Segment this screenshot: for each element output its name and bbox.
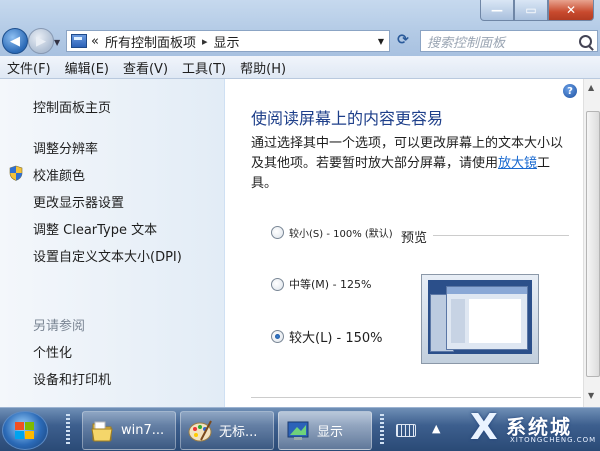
- watermark-url: XITONGCHENG.COM: [510, 436, 597, 444]
- sidebar-link-calibrate-color[interactable]: 校准颜色: [33, 165, 85, 184]
- taskbar-item-paint[interactable]: 无标...: [180, 411, 274, 450]
- help-icon[interactable]: ?: [563, 84, 577, 98]
- back-button[interactable]: ◀: [2, 28, 28, 54]
- preview-screen: [428, 280, 532, 354]
- sidebar-link-display-settings[interactable]: 更改显示器设置: [33, 192, 124, 211]
- address-bar[interactable]: « 所有控制面板项 ▸ 显示 ▼: [66, 30, 390, 52]
- see-also-personalization[interactable]: 个性化: [33, 342, 72, 361]
- option-medium[interactable]: 中等(M) - 125%: [271, 276, 371, 292]
- sidebar: 控制面板主页 调整分辨率 校准颜色 更改显示器设置 调整 ClearType 文…: [0, 79, 224, 407]
- sidebar-home-link[interactable]: 控制面板主页: [33, 97, 111, 116]
- option-smaller[interactable]: 较小(S) - 100% (默认): [271, 225, 393, 240]
- main-content: ? 使阅读屏幕上的内容更容易 通过选择其中一个选项，可以更改屏幕上的文本大小以及…: [225, 79, 583, 407]
- preview-label: 预览: [401, 231, 428, 246]
- option-medium-label[interactable]: 中等(M) - 125%: [289, 276, 371, 292]
- preview-window-front: [446, 286, 528, 350]
- preview-divider: [433, 235, 569, 236]
- breadcrumb-separator-icon[interactable]: ▸: [202, 35, 208, 48]
- radio-smaller[interactable]: [271, 226, 284, 239]
- menu-edit[interactable]: 编辑(E): [58, 58, 116, 77]
- paint-icon: [188, 420, 212, 441]
- option-larger[interactable]: 较大(L) - 150%: [271, 327, 383, 346]
- radio-larger[interactable]: [271, 330, 284, 343]
- show-hidden-icons-icon[interactable]: ▲: [432, 422, 440, 435]
- breadcrumb-display[interactable]: 显示: [214, 32, 240, 51]
- menu-tools[interactable]: 工具(T): [175, 58, 233, 77]
- sidebar-link-custom-dpi[interactable]: 设置自定义文本大小(DPI): [33, 246, 182, 265]
- scroll-up-icon[interactable]: ▲: [588, 83, 594, 92]
- windows-logo-icon: [15, 422, 35, 440]
- search-box[interactable]: 搜索控制面板: [420, 30, 598, 52]
- recent-pages-dropdown-icon[interactable]: ▼: [54, 38, 60, 47]
- display-icon: [287, 421, 309, 440]
- menu-view[interactable]: 查看(V): [116, 58, 175, 77]
- menu-file[interactable]: 文件(F): [0, 58, 58, 77]
- option-smaller-label[interactable]: 较小(S) - 100% (默认): [289, 225, 393, 240]
- search-icon[interactable]: [579, 34, 592, 48]
- close-button[interactable]: ✕: [548, 0, 594, 21]
- see-also-devices-printers[interactable]: 设备和打印机: [33, 369, 111, 388]
- taskbar-item-label[interactable]: win7...: [121, 423, 164, 438]
- page-description: 通过选择其中一个选项，可以更改屏幕上的文本大小以及其他项。若要暂时放大部分屏幕，…: [251, 134, 571, 194]
- address-dropdown-icon[interactable]: ▼: [378, 37, 384, 46]
- folder-icon: [91, 421, 113, 441]
- refresh-icon[interactable]: ⟳: [392, 30, 414, 50]
- taskbar-item-explorer[interactable]: win7...: [82, 411, 176, 450]
- maximize-button[interactable]: ▭: [514, 0, 548, 21]
- taskbar-item-label[interactable]: 无标...: [219, 421, 257, 440]
- menu-bar: 文件(F) 编辑(E) 查看(V) 工具(T) 帮助(H): [0, 56, 600, 79]
- watermark-logo: X 系统城 XITONGCHENG.COM: [466, 405, 600, 450]
- content-divider: [251, 397, 581, 398]
- shield-icon: [9, 165, 23, 181]
- breadcrumb-all-items[interactable]: 所有控制面板项: [105, 32, 196, 51]
- window-controls: — ▭ ✕: [480, 0, 594, 22]
- forward-button[interactable]: ▶: [28, 28, 54, 54]
- search-input[interactable]: 搜索控制面板: [427, 32, 505, 51]
- preview-monitor-image: [421, 274, 539, 364]
- option-larger-label[interactable]: 较大(L) - 150%: [289, 327, 383, 346]
- minimize-button[interactable]: —: [480, 0, 514, 21]
- taskbar-item-display[interactable]: 显示: [278, 411, 372, 450]
- taskbar-item-label[interactable]: 显示: [317, 421, 343, 440]
- see-also-heading: 另请参阅: [33, 319, 86, 334]
- radio-medium[interactable]: [271, 277, 284, 291]
- menu-help[interactable]: 帮助(H): [233, 58, 293, 77]
- magnifier-link[interactable]: 放大镜: [498, 156, 537, 171]
- taskbar-grip: [380, 414, 384, 444]
- address-prefix[interactable]: «: [91, 34, 99, 49]
- window-chrome: — ▭ ✕ ◀ ▶ ▼ « 所有控制面板项 ▸ 显示 ▼ ⟳ 搜索控制面板: [0, 0, 600, 56]
- sidebar-link-resolution[interactable]: 调整分辨率: [33, 138, 98, 157]
- control-panel-icon: [71, 34, 87, 48]
- scrollbar-thumb[interactable]: [586, 111, 600, 377]
- sidebar-link-cleartype[interactable]: 调整 ClearType 文本: [33, 219, 157, 238]
- keyboard-icon[interactable]: [396, 424, 416, 437]
- scroll-down-icon[interactable]: ▼: [588, 391, 594, 400]
- watermark-letter: X: [470, 407, 498, 448]
- start-button[interactable]: [2, 411, 48, 450]
- taskbar-grip: [66, 414, 70, 444]
- vertical-scrollbar[interactable]: ▲ ▼: [583, 79, 600, 407]
- page-title: 使阅读屏幕上的内容更容易: [251, 109, 444, 128]
